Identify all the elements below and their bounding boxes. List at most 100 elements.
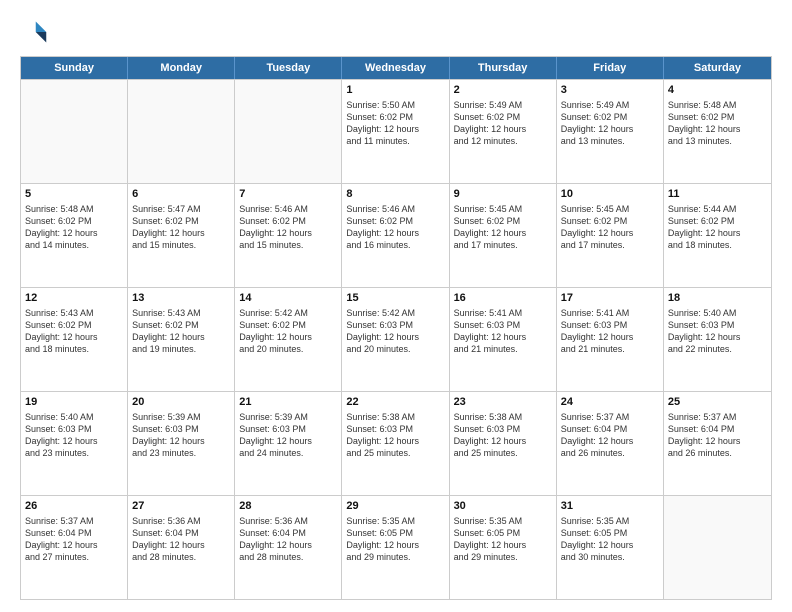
day-number: 7 (239, 187, 337, 202)
calendar-cell: 27Sunrise: 5:36 AM Sunset: 6:04 PM Dayli… (128, 496, 235, 599)
calendar-cell: 19Sunrise: 5:40 AM Sunset: 6:03 PM Dayli… (21, 392, 128, 495)
cell-info: Sunrise: 5:46 AM Sunset: 6:02 PM Dayligh… (239, 203, 337, 252)
calendar-cell (664, 496, 771, 599)
calendar-cell: 2Sunrise: 5:49 AM Sunset: 6:02 PM Daylig… (450, 80, 557, 183)
calendar-row: 19Sunrise: 5:40 AM Sunset: 6:03 PM Dayli… (21, 391, 771, 495)
day-number: 5 (25, 187, 123, 202)
calendar-row: 5Sunrise: 5:48 AM Sunset: 6:02 PM Daylig… (21, 183, 771, 287)
cell-info: Sunrise: 5:37 AM Sunset: 6:04 PM Dayligh… (668, 411, 767, 460)
day-number: 8 (346, 187, 444, 202)
calendar-cell (21, 80, 128, 183)
cell-info: Sunrise: 5:46 AM Sunset: 6:02 PM Dayligh… (346, 203, 444, 252)
day-number: 17 (561, 291, 659, 306)
calendar-cell: 4Sunrise: 5:48 AM Sunset: 6:02 PM Daylig… (664, 80, 771, 183)
day-number: 29 (346, 499, 444, 514)
weekday-header: Tuesday (235, 57, 342, 79)
calendar-cell: 10Sunrise: 5:45 AM Sunset: 6:02 PM Dayli… (557, 184, 664, 287)
day-number: 9 (454, 187, 552, 202)
calendar-cell: 17Sunrise: 5:41 AM Sunset: 6:03 PM Dayli… (557, 288, 664, 391)
weekday-header: Friday (557, 57, 664, 79)
calendar-cell (128, 80, 235, 183)
cell-info: Sunrise: 5:39 AM Sunset: 6:03 PM Dayligh… (132, 411, 230, 460)
day-number: 20 (132, 395, 230, 410)
cell-info: Sunrise: 5:43 AM Sunset: 6:02 PM Dayligh… (132, 307, 230, 356)
cell-info: Sunrise: 5:38 AM Sunset: 6:03 PM Dayligh… (346, 411, 444, 460)
calendar-cell: 13Sunrise: 5:43 AM Sunset: 6:02 PM Dayli… (128, 288, 235, 391)
day-number: 15 (346, 291, 444, 306)
calendar-cell: 20Sunrise: 5:39 AM Sunset: 6:03 PM Dayli… (128, 392, 235, 495)
cell-info: Sunrise: 5:41 AM Sunset: 6:03 PM Dayligh… (454, 307, 552, 356)
day-number: 26 (25, 499, 123, 514)
calendar-cell: 21Sunrise: 5:39 AM Sunset: 6:03 PM Dayli… (235, 392, 342, 495)
cell-info: Sunrise: 5:36 AM Sunset: 6:04 PM Dayligh… (239, 515, 337, 564)
calendar-cell: 16Sunrise: 5:41 AM Sunset: 6:03 PM Dayli… (450, 288, 557, 391)
calendar-row: 1Sunrise: 5:50 AM Sunset: 6:02 PM Daylig… (21, 79, 771, 183)
calendar-cell: 26Sunrise: 5:37 AM Sunset: 6:04 PM Dayli… (21, 496, 128, 599)
calendar-cell: 5Sunrise: 5:48 AM Sunset: 6:02 PM Daylig… (21, 184, 128, 287)
day-number: 6 (132, 187, 230, 202)
calendar-header: SundayMondayTuesdayWednesdayThursdayFrid… (21, 57, 771, 79)
calendar-row: 26Sunrise: 5:37 AM Sunset: 6:04 PM Dayli… (21, 495, 771, 599)
day-number: 19 (25, 395, 123, 410)
calendar-cell: 14Sunrise: 5:42 AM Sunset: 6:02 PM Dayli… (235, 288, 342, 391)
calendar-cell: 29Sunrise: 5:35 AM Sunset: 6:05 PM Dayli… (342, 496, 449, 599)
day-number: 30 (454, 499, 552, 514)
calendar-body: 1Sunrise: 5:50 AM Sunset: 6:02 PM Daylig… (21, 79, 771, 599)
day-number: 11 (668, 187, 767, 202)
day-number: 27 (132, 499, 230, 514)
cell-info: Sunrise: 5:35 AM Sunset: 6:05 PM Dayligh… (346, 515, 444, 564)
cell-info: Sunrise: 5:49 AM Sunset: 6:02 PM Dayligh… (561, 99, 659, 148)
calendar-cell: 15Sunrise: 5:42 AM Sunset: 6:03 PM Dayli… (342, 288, 449, 391)
calendar-cell (235, 80, 342, 183)
logo (20, 18, 52, 46)
calendar-cell: 28Sunrise: 5:36 AM Sunset: 6:04 PM Dayli… (235, 496, 342, 599)
cell-info: Sunrise: 5:48 AM Sunset: 6:02 PM Dayligh… (668, 99, 767, 148)
day-number: 18 (668, 291, 767, 306)
cell-info: Sunrise: 5:45 AM Sunset: 6:02 PM Dayligh… (561, 203, 659, 252)
cell-info: Sunrise: 5:39 AM Sunset: 6:03 PM Dayligh… (239, 411, 337, 460)
calendar-cell: 25Sunrise: 5:37 AM Sunset: 6:04 PM Dayli… (664, 392, 771, 495)
calendar-cell: 8Sunrise: 5:46 AM Sunset: 6:02 PM Daylig… (342, 184, 449, 287)
calendar-cell: 1Sunrise: 5:50 AM Sunset: 6:02 PM Daylig… (342, 80, 449, 183)
weekday-header: Wednesday (342, 57, 449, 79)
calendar-cell: 30Sunrise: 5:35 AM Sunset: 6:05 PM Dayli… (450, 496, 557, 599)
cell-info: Sunrise: 5:36 AM Sunset: 6:04 PM Dayligh… (132, 515, 230, 564)
calendar-cell: 31Sunrise: 5:35 AM Sunset: 6:05 PM Dayli… (557, 496, 664, 599)
calendar-cell: 9Sunrise: 5:45 AM Sunset: 6:02 PM Daylig… (450, 184, 557, 287)
cell-info: Sunrise: 5:50 AM Sunset: 6:02 PM Dayligh… (346, 99, 444, 148)
day-number: 28 (239, 499, 337, 514)
cell-info: Sunrise: 5:42 AM Sunset: 6:02 PM Dayligh… (239, 307, 337, 356)
day-number: 24 (561, 395, 659, 410)
cell-info: Sunrise: 5:35 AM Sunset: 6:05 PM Dayligh… (454, 515, 552, 564)
cell-info: Sunrise: 5:37 AM Sunset: 6:04 PM Dayligh… (561, 411, 659, 460)
cell-info: Sunrise: 5:40 AM Sunset: 6:03 PM Dayligh… (25, 411, 123, 460)
day-number: 3 (561, 83, 659, 98)
calendar-cell: 22Sunrise: 5:38 AM Sunset: 6:03 PM Dayli… (342, 392, 449, 495)
calendar-cell: 3Sunrise: 5:49 AM Sunset: 6:02 PM Daylig… (557, 80, 664, 183)
cell-info: Sunrise: 5:35 AM Sunset: 6:05 PM Dayligh… (561, 515, 659, 564)
calendar-cell: 7Sunrise: 5:46 AM Sunset: 6:02 PM Daylig… (235, 184, 342, 287)
calendar-cell: 24Sunrise: 5:37 AM Sunset: 6:04 PM Dayli… (557, 392, 664, 495)
calendar-cell: 11Sunrise: 5:44 AM Sunset: 6:02 PM Dayli… (664, 184, 771, 287)
weekday-header: Monday (128, 57, 235, 79)
weekday-header: Saturday (664, 57, 771, 79)
day-number: 25 (668, 395, 767, 410)
day-number: 21 (239, 395, 337, 410)
header (20, 18, 772, 46)
cell-info: Sunrise: 5:41 AM Sunset: 6:03 PM Dayligh… (561, 307, 659, 356)
cell-info: Sunrise: 5:48 AM Sunset: 6:02 PM Dayligh… (25, 203, 123, 252)
cell-info: Sunrise: 5:44 AM Sunset: 6:02 PM Dayligh… (668, 203, 767, 252)
day-number: 2 (454, 83, 552, 98)
weekday-header: Thursday (450, 57, 557, 79)
cell-info: Sunrise: 5:37 AM Sunset: 6:04 PM Dayligh… (25, 515, 123, 564)
cell-info: Sunrise: 5:38 AM Sunset: 6:03 PM Dayligh… (454, 411, 552, 460)
weekday-header: Sunday (21, 57, 128, 79)
cell-info: Sunrise: 5:49 AM Sunset: 6:02 PM Dayligh… (454, 99, 552, 148)
day-number: 16 (454, 291, 552, 306)
calendar-cell: 23Sunrise: 5:38 AM Sunset: 6:03 PM Dayli… (450, 392, 557, 495)
calendar-cell: 18Sunrise: 5:40 AM Sunset: 6:03 PM Dayli… (664, 288, 771, 391)
cell-info: Sunrise: 5:47 AM Sunset: 6:02 PM Dayligh… (132, 203, 230, 252)
logo-icon (20, 18, 48, 46)
cell-info: Sunrise: 5:45 AM Sunset: 6:02 PM Dayligh… (454, 203, 552, 252)
cell-info: Sunrise: 5:40 AM Sunset: 6:03 PM Dayligh… (668, 307, 767, 356)
